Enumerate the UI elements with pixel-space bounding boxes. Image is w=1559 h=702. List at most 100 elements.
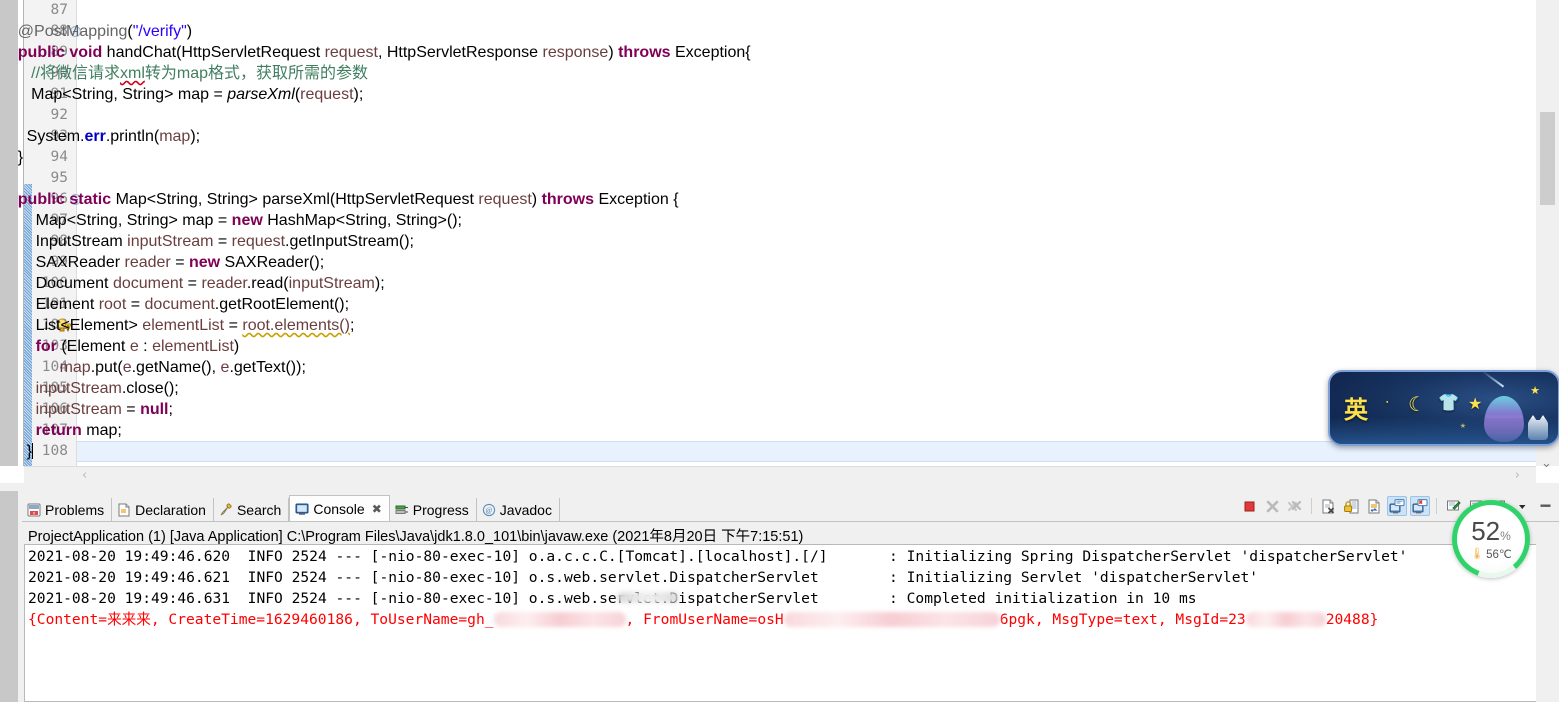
code-token: return — [35, 422, 82, 439]
panel-tab-underline — [22, 521, 1559, 522]
code-line[interactable]: Map<String, String> map = new HashMap<St… — [0, 210, 462, 231]
tab-progress[interactable]: Progress — [390, 498, 477, 522]
code-token: elementList — [142, 317, 225, 334]
code-line[interactable]: public static Map<String, String> parseX… — [0, 189, 679, 210]
console-log-line: 2021-08-20 19:49:46.631 INFO 2524 --- [-… — [28, 588, 1197, 609]
code-line[interactable]: } — [0, 441, 34, 462]
close-icon[interactable]: ✖ — [372, 502, 382, 516]
code-line[interactable]: //将微信请求xml转为map格式，获取所需的参数 — [0, 63, 368, 84]
log-text: 2021-08-20 19:49:46.621 INFO 2524 --- [-… — [28, 569, 1259, 586]
show-console-on-error-button[interactable] — [1410, 496, 1430, 516]
code-token: e — [129, 338, 139, 355]
tab-label: Problems — [45, 502, 105, 518]
panel-tab-bar[interactable]: x Problems Declaration Search Console ✖ Progre… — [22, 495, 560, 522]
ime-skin-shirt-icon[interactable]: 👕 — [1438, 393, 1459, 413]
ime-punctuation-icon[interactable]: ‧ — [1385, 394, 1389, 411]
code-token: @PostMapping — [17, 23, 128, 40]
code-token: public void — [17, 44, 103, 61]
code-token: err — [84, 128, 106, 145]
code-token: xml — [120, 65, 145, 82]
editor-horizontal-scrollbar[interactable]: ‹ › — [24, 466, 1536, 484]
eclipse-ide-window: 87 88 @PostMapping("/verify") 89 public vo… — [0, 0, 1559, 702]
console-log-line: 2021-08-20 19:49:46.620 INFO 2524 --- [-… — [28, 546, 1407, 567]
show-console-on-output-button[interactable] — [1387, 496, 1407, 516]
code-line[interactable]: @PostMapping("/verify") — [0, 21, 192, 42]
scroll-left-arrow-icon[interactable]: ‹ — [82, 469, 87, 482]
cpu-temperature: 🌡 56℃ — [1470, 547, 1512, 561]
ime-mode-label[interactable]: 英 — [1344, 390, 1368, 425]
code-line[interactable]: public void handChat(HttpServletRequest … — [0, 42, 751, 63]
ime-floating-toolbar[interactable]: ★ ★ 英 ‧ ☾ 👕 ★ — [1328, 370, 1559, 446]
scroll-down-chevron-icon[interactable]: ⌄ — [1541, 455, 1552, 471]
code-token: ; — [349, 317, 355, 334]
log-text: 2021-08-20 19:49:46.631 INFO 2524 --- [-… — [28, 590, 1197, 607]
code-line[interactable]: List<Element> elementList = root.element… — [0, 315, 355, 336]
code-line[interactable]: inputStream = null; — [0, 399, 173, 420]
code-token: System. — [26, 128, 85, 145]
separator-2 — [1436, 498, 1437, 514]
cpu-percent-number: 52 — [1471, 515, 1501, 546]
tab-console[interactable]: Console ✖ — [289, 495, 390, 522]
code-token: List<Element> — [35, 317, 143, 334]
minimize-button[interactable] — [1535, 496, 1555, 516]
code-token: .getText()); — [229, 359, 306, 376]
log-text: 20488} — [1325, 611, 1379, 628]
code-line[interactable]: inputStream.close(); — [0, 378, 179, 399]
code-token: = — [170, 254, 189, 271]
editor-vertical-scrollbar-thumb[interactable] — [1540, 112, 1555, 205]
editor-panel-divider[interactable] — [0, 483, 1559, 491]
code-line[interactable]: return map; — [0, 420, 122, 441]
console-output[interactable]: 2021-08-20 19:49:46.620 INFO 2524 --- [-… — [24, 544, 1536, 702]
clear-console-button[interactable] — [1318, 496, 1338, 516]
log-text: 6pgk, MsgType=text, MsgId=23 — [999, 611, 1246, 628]
code-token: inputStream — [127, 233, 214, 250]
code-token: = — [126, 296, 145, 313]
console-vertical-scrollbar[interactable] — [1536, 544, 1559, 702]
ime-moon-icon[interactable]: ☾ — [1408, 392, 1426, 417]
code-token: new — [231, 212, 263, 229]
code-editor[interactable]: 87 88 @PostMapping("/verify") 89 public vo… — [0, 0, 1559, 484]
tab-label: Declaration — [135, 502, 206, 518]
tab-search[interactable]: Search — [214, 498, 290, 522]
code-token: ) — [233, 338, 240, 355]
pin-console-button[interactable] — [1443, 496, 1463, 516]
code-line[interactable]: Map<String, String> map = parseXml(reque… — [0, 84, 363, 105]
cpu-monitor-widget[interactable]: 52% 🌡 56℃ — [1452, 500, 1530, 578]
line-number: 92 — [50, 107, 68, 123]
code-line[interactable]: System.err.println(map); — [0, 126, 200, 147]
ime-star-menu-icon[interactable]: ★ — [1468, 394, 1482, 414]
code-line[interactable]: map.put(e.getName(), e.getText()); — [24, 357, 306, 378]
code-line[interactable]: } — [0, 147, 23, 168]
code-token: = — [213, 233, 232, 250]
code-token: public static — [17, 191, 112, 208]
code-token: request — [324, 44, 378, 61]
code-token: throws — [618, 44, 671, 61]
scroll-right-arrow-icon[interactable]: › — [1515, 469, 1520, 482]
current-line-highlight — [77, 441, 1536, 462]
star-icon: ★ — [1530, 385, 1540, 397]
word-wrap-button[interactable] — [1364, 496, 1384, 516]
code-line[interactable]: InputStream inputStream = request.getInp… — [0, 231, 414, 252]
code-token: ); — [190, 128, 201, 145]
scroll-lock-button[interactable] — [1341, 496, 1361, 516]
tab-problems[interactable]: x Problems — [22, 498, 113, 522]
code-line[interactable]: Document document = reader.read(inputStr… — [0, 273, 385, 294]
code-token: Map<String, String> map = — [31, 86, 228, 103]
code-line[interactable]: Element root = document.getRootElement()… — [0, 294, 350, 315]
code-line[interactable]: SAXReader reader = new SAXReader(); — [0, 252, 325, 273]
cpu-percent-value: 52% — [1471, 518, 1511, 544]
shooting-star-icon — [1481, 372, 1505, 388]
code-token: ) — [608, 44, 619, 61]
terminate-button[interactable] — [1239, 496, 1259, 516]
line-number: 95 — [50, 170, 68, 186]
cpu-percent-unit: % — [1500, 528, 1511, 543]
code-token: .getName(), — [131, 359, 221, 376]
tab-declaration[interactable]: Declaration — [112, 498, 214, 522]
code-line[interactable]: for (Element e : elementList) — [0, 336, 240, 357]
tab-javadoc[interactable]: @ Javadoc — [477, 498, 560, 522]
